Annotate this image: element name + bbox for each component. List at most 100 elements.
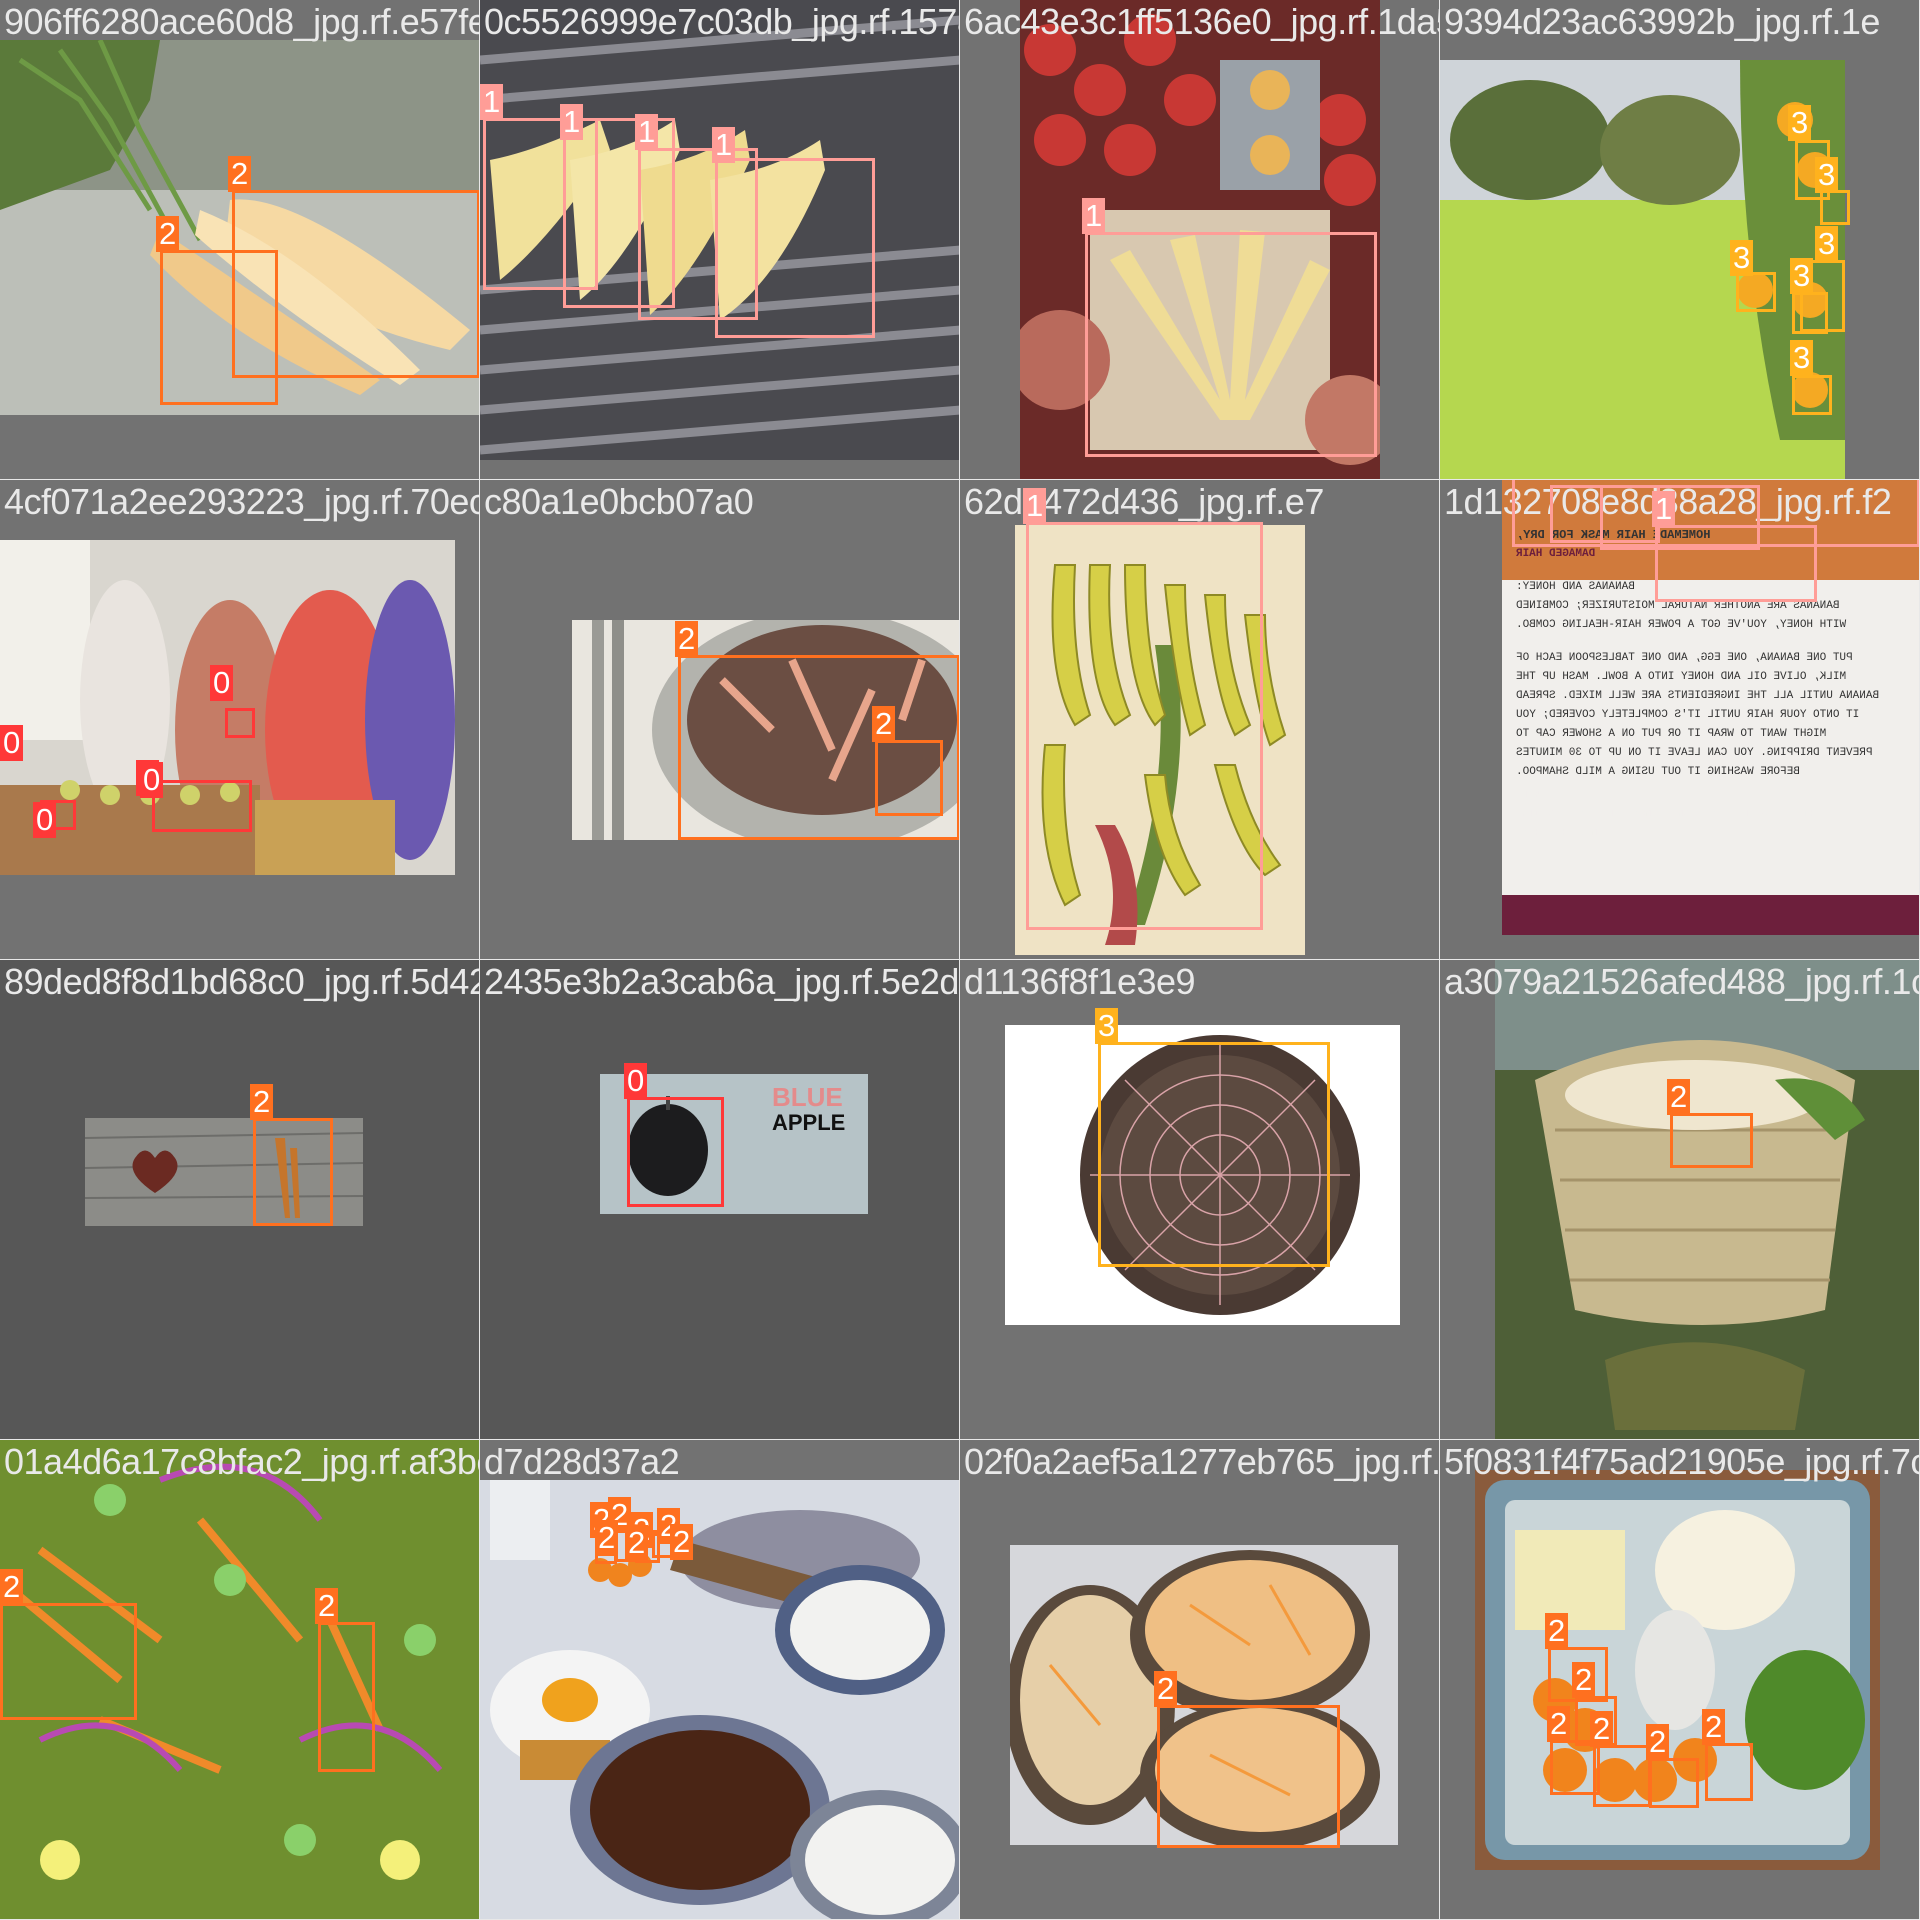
doc-line: BANANA UNTIL ALL THE INGREDIENTS ARE WEL… xyxy=(1516,690,1880,702)
tile-9: BLUE APPLE 2435e3b2a3cab6a_jpg.rf.5e2d3a… xyxy=(480,960,960,1440)
box-class-3 xyxy=(1792,375,1832,415)
doc-source: HTTP://WWW.URBANWOMEN.COM/7-HOMEMADE-HAI… xyxy=(1516,809,1814,819)
label-class-0: 0 xyxy=(0,725,24,761)
tile-5: c80a1e0bcb07a0 2 2 xyxy=(480,480,960,960)
tile-image xyxy=(1495,960,1919,1439)
label-class-1: 1 xyxy=(1082,198,1106,234)
box-class-2 xyxy=(1157,1705,1340,1848)
tile-filename: d7d28d37a2 xyxy=(484,1441,680,1482)
label-class-2: 2 xyxy=(675,621,699,657)
doc-line: PREVENT DRIPPING. YOU CAN LEAVE IT ON UP… xyxy=(1516,747,1873,759)
label-class-1: 1 xyxy=(712,127,736,163)
label-class-3: 3 xyxy=(1790,340,1814,376)
box-class-2 xyxy=(1705,1743,1753,1801)
label-class-2: 2 xyxy=(228,156,252,192)
label-class-2: 2 xyxy=(1590,1711,1614,1747)
tile-12: 01a4d6a17c8bfac2_jpg.rf.af3bcfe0c4b92e8c… xyxy=(0,1440,480,1920)
box-class-2 xyxy=(253,1118,333,1226)
box-class-2 xyxy=(160,250,278,405)
tile-filename: 4cf071a2ee293223_jpg.rf.70ec84ae945b3096… xyxy=(4,481,480,522)
tile-13: d7d28d37a2 2 2 2 2 2 2 2 xyxy=(480,1440,960,1920)
doc-line: IT ONTO YOUR HAIR UNTIL IT'S COMPLETELY … xyxy=(1516,709,1860,721)
label-class-2: 2 xyxy=(315,1588,339,1624)
tile-1: 0c5526999e7c03db_jpg.rf.1578d60f21e7386 … xyxy=(480,0,960,480)
box-class-3 xyxy=(1820,190,1850,225)
tile-image xyxy=(1475,1470,1880,1870)
label-class-0: 0 xyxy=(210,665,234,701)
tile-15: 5f0831f4f75ad21905e_jpg.rf.7c 2 2 2 2 2 … xyxy=(1440,1440,1920,1920)
label-class-0: 0 xyxy=(140,762,164,798)
tile-filename: 0c5526999e7c03db_jpg.rf.1578d60f21e7386 xyxy=(484,1,959,42)
doc-line: PUT ONE BANANA, ONE EGG, AND ONE TABLESP… xyxy=(1516,652,1853,664)
box-class-2 xyxy=(318,1622,375,1772)
tile-filename: 89ded8f8d1bd68c0_jpg.rf.5d42459808e7e8b7 xyxy=(4,961,479,1002)
label-class-2: 2 xyxy=(1572,1662,1596,1698)
logo-text-apple: APPLE xyxy=(772,1110,846,1135)
label-class-2: 2 xyxy=(1702,1709,1726,1745)
label-class-2: 2 xyxy=(1154,1671,1178,1707)
box-class-0 xyxy=(627,1097,724,1207)
tile-filename: 62d9472d436_jpg.rf.e7 xyxy=(964,481,1324,522)
tile-filename: 5f0831f4f75ad21905e_jpg.rf.7c xyxy=(1444,1441,1920,1482)
label-class-2: 2 xyxy=(0,1569,24,1605)
tile-4: 4cf071a2ee293223_jpg.rf.70ec84ae945b3096… xyxy=(0,480,480,960)
tile-11: a3079a21526afed488_jpg.rf.1c 2 xyxy=(1440,960,1920,1440)
tile-3: 9394d23ac63992b_jpg.rf.1e 3 3 3 3 3 3 xyxy=(1440,0,1920,480)
box-class-3 xyxy=(1098,1042,1330,1267)
box-class-0 xyxy=(152,780,252,832)
tile-filename: 9394d23ac63992b_jpg.rf.1e xyxy=(1444,1,1880,42)
doc-line: WITH HONEY, YOU'VE GOT A POWER HAIR-HEAL… xyxy=(1516,619,1847,631)
doc-line: BEFORE WASHING IT OUT USING A MILD SHAMP… xyxy=(1516,766,1800,778)
doc-source: SOURCE: xyxy=(1516,790,1554,800)
box-class-2 xyxy=(1670,1113,1753,1168)
label-class-2: 2 xyxy=(250,1084,274,1120)
box-class-0 xyxy=(225,708,255,738)
logo-text-blue: BLUE xyxy=(772,1082,843,1112)
tile-filename: 01a4d6a17c8bfac2_jpg.rf.af3bcfe0c4b92e8c… xyxy=(4,1441,479,1482)
label-class-2: 2 xyxy=(1667,1079,1691,1115)
tile-2: 6ac43e3c1ff5136e0_jpg.rf.1da591c2d30b98 … xyxy=(960,0,1440,480)
label-class-1: 1 xyxy=(480,84,504,120)
box-class-3 xyxy=(1792,292,1828,334)
tile-8: 89ded8f8d1bd68c0_jpg.rf.5d42459808e7e8b7… xyxy=(0,960,480,1440)
box-class-2 xyxy=(1649,1758,1699,1808)
box-class-1 xyxy=(715,158,875,338)
box-class-1 xyxy=(1085,232,1377,457)
label-class-3: 3 xyxy=(1095,1008,1119,1044)
label-class-1: 1 xyxy=(1023,488,1047,524)
label-class-3: 3 xyxy=(1815,226,1839,262)
label-class-0: 0 xyxy=(33,802,57,838)
label-class-2: 2 xyxy=(1545,1613,1569,1649)
tile-filename: a3079a21526afed488_jpg.rf.1c xyxy=(1444,961,1920,1002)
label-class-2: 2 xyxy=(595,1520,619,1556)
tile-0: 906ff6280ace60d8_jpg.rf.e57fe0d82993e7dd… xyxy=(0,0,480,480)
tile-image xyxy=(480,1480,959,1919)
tile-filename: c80a1e0bcb07a0 xyxy=(484,481,754,522)
tile-7: HOMEMADE HAIR MASK FOR DRY, DAMAGED HAIR… xyxy=(1440,480,1920,960)
label-class-2: 2 xyxy=(625,1525,649,1561)
label-class-3: 3 xyxy=(1788,105,1812,141)
label-class-3: 3 xyxy=(1815,157,1839,193)
box-class-2 xyxy=(1593,1745,1651,1807)
tile-filename: 02f0a2aef5a1277eb765_jpg.rf.2 xyxy=(964,1441,1440,1482)
tile-filename: d1136f8f1e3e9 xyxy=(964,961,1196,1002)
tile-filename: 906ff6280ace60d8_jpg.rf.e57fe0d82993e7dd… xyxy=(4,1,479,42)
box-class-1 xyxy=(1655,525,1817,602)
tile-14: 02f0a2aef5a1277eb765_jpg.rf.2 2 xyxy=(960,1440,1440,1920)
box-class-1 xyxy=(1026,522,1263,930)
label-class-2: 2 xyxy=(670,1524,694,1560)
label-class-0: 0 xyxy=(624,1063,648,1099)
doc-line: MILK, OLIVE OIL AND HONEY INTO A BOWL. M… xyxy=(1516,671,1847,683)
tile-10: d1136f8f1e3e9 3 xyxy=(960,960,1440,1440)
label-class-2: 2 xyxy=(872,706,896,742)
box-class-3 xyxy=(1736,272,1776,312)
doc-line: MIGHT WANT TO WRAP IT OR PUT ON A SHOWER… xyxy=(1516,728,1827,740)
tile-filename: 6ac43e3c1ff5136e0_jpg.rf.1da591c2d30b98 xyxy=(964,1,1440,42)
label-class-2: 2 xyxy=(156,216,180,252)
label-class-3: 3 xyxy=(1790,258,1814,294)
mosaic-grid: 906ff6280ace60d8_jpg.rf.e57fe0d82993e7dd… xyxy=(0,0,1920,1920)
tile-filename: 2435e3b2a3cab6a_jpg.rf.5e2d3a6f9e10a8073… xyxy=(484,961,959,1002)
doc-source: DAMAGED-HAIR.HTML xyxy=(1516,828,1608,838)
tile-image xyxy=(1440,60,1845,479)
label-class-1: 1 xyxy=(560,104,584,140)
